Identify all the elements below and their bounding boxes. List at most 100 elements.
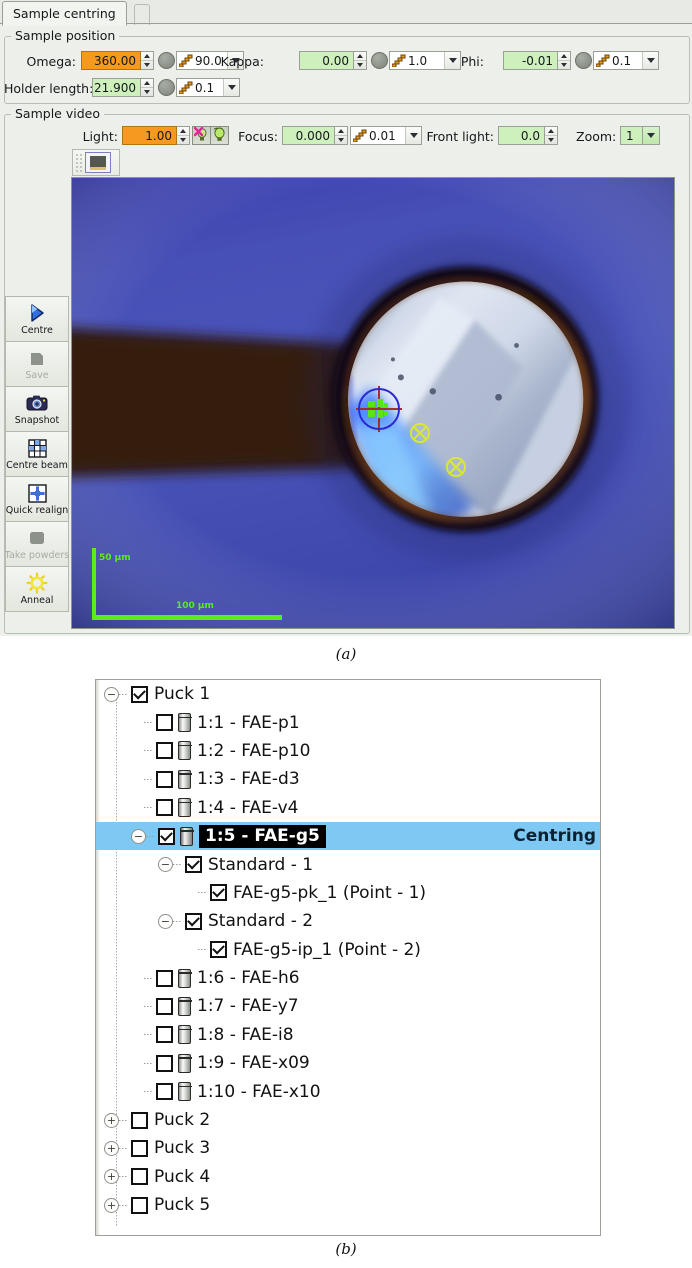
kappa-spinbox[interactable]: 0.00 bbox=[299, 51, 367, 70]
tree-checkbox-unchecked[interactable] bbox=[156, 1083, 173, 1101]
anneal-button[interactable]: Anneal bbox=[5, 566, 69, 612]
omega-step-up-icon[interactable] bbox=[141, 52, 153, 61]
tree-row[interactable]: + Puck 4 bbox=[96, 1163, 600, 1191]
tree-row[interactable]: − Standard - 2 bbox=[96, 907, 600, 935]
tree-expand-icon[interactable]: + bbox=[104, 1169, 119, 1185]
light-spinbox[interactable]: 1.00 bbox=[122, 126, 190, 145]
holder-length-step-dropdown-icon[interactable] bbox=[223, 79, 239, 96]
front-light-spinbox[interactable]: 0.0 bbox=[498, 126, 558, 145]
focus-step-up-icon[interactable] bbox=[335, 127, 347, 136]
kappa-step-up-icon[interactable] bbox=[354, 52, 366, 61]
tree-checkbox-unchecked[interactable] bbox=[131, 1139, 148, 1157]
tree-checkbox-unchecked[interactable] bbox=[156, 969, 173, 987]
omega-spinbox[interactable]: 360.00 bbox=[81, 51, 154, 70]
tree-row[interactable]: + Puck 5 bbox=[96, 1191, 600, 1219]
focus-step-down-icon[interactable] bbox=[335, 136, 347, 144]
monitor-icon-button[interactable] bbox=[85, 152, 111, 173]
tree-checkbox-checked[interactable] bbox=[158, 827, 175, 845]
sample-video-view[interactable]: 50 µm 100 µm bbox=[71, 177, 675, 629]
tree-checkbox-unchecked[interactable] bbox=[156, 799, 173, 817]
tree-checkbox-unchecked[interactable] bbox=[156, 770, 173, 788]
omega-stepper[interactable] bbox=[141, 51, 154, 70]
light-step-down-icon[interactable] bbox=[177, 136, 189, 144]
front-light-step-up-icon[interactable] bbox=[545, 127, 557, 136]
tree-checkbox-unchecked[interactable] bbox=[131, 1168, 148, 1186]
tree-row[interactable]: − Puck 1 bbox=[96, 680, 600, 708]
front-light-stepper[interactable] bbox=[545, 126, 558, 145]
quick-realign-button[interactable]: Quick realign bbox=[5, 476, 69, 522]
holder-length-value[interactable]: 21.900 bbox=[92, 78, 141, 97]
phi-spinbox[interactable]: -0.01 bbox=[503, 51, 571, 70]
centred-point-1-marker[interactable] bbox=[410, 423, 430, 443]
holder-length-step-up-icon[interactable] bbox=[141, 79, 153, 88]
centre-beam-button[interactable]: Centre beam bbox=[5, 431, 69, 477]
tree-row[interactable]: 1:4 - FAE-v4 bbox=[96, 794, 600, 822]
tree-row[interactable]: FAE-g5-ip_1 (Point - 2) bbox=[96, 936, 600, 964]
snapshot-button[interactable]: Snapshot bbox=[5, 386, 69, 432]
holder-length-spinbox[interactable]: 21.900 bbox=[92, 78, 154, 97]
tree-checkbox-checked[interactable] bbox=[185, 912, 202, 930]
light-off-button[interactable] bbox=[192, 126, 211, 145]
tab-sample-centring[interactable]: Sample centring bbox=[2, 1, 127, 26]
holder-length-step-down-icon[interactable] bbox=[141, 88, 153, 96]
tree-checkbox-checked[interactable] bbox=[185, 856, 202, 874]
tree-row[interactable]: 1:10 - FAE-x10 bbox=[96, 1077, 600, 1105]
tree-checkbox-checked[interactable] bbox=[210, 941, 227, 959]
tree-collapse-icon[interactable]: − bbox=[131, 828, 146, 844]
focus-spinbox[interactable]: 0.000 bbox=[282, 126, 348, 145]
toolbar-drag-handle[interactable] bbox=[75, 153, 84, 172]
holder-length-step-combo[interactable]: 0.1 bbox=[176, 78, 240, 97]
kappa-step-down-icon[interactable] bbox=[354, 61, 366, 69]
take-powders-button[interactable]: Take powders bbox=[5, 521, 69, 567]
zoom-combo[interactable]: 1 bbox=[620, 126, 660, 145]
tree-expand-icon[interactable]: + bbox=[104, 1197, 119, 1213]
tree-expand-icon[interactable]: + bbox=[104, 1112, 119, 1128]
tree-row[interactable]: 1:6 - FAE-h6 bbox=[96, 964, 600, 992]
phi-step-up-icon[interactable] bbox=[558, 52, 570, 61]
phi-value[interactable]: -0.01 bbox=[503, 51, 558, 70]
light-value[interactable]: 1.00 bbox=[122, 126, 177, 145]
tree-row[interactable]: 1:7 - FAE-y7 bbox=[96, 992, 600, 1020]
omega-value[interactable]: 360.00 bbox=[81, 51, 141, 70]
tree-collapse-icon[interactable]: − bbox=[158, 913, 173, 929]
tree-row[interactable]: 1:8 - FAE-i8 bbox=[96, 1021, 600, 1049]
focus-value[interactable]: 0.000 bbox=[282, 126, 335, 145]
tree-collapse-icon[interactable]: − bbox=[104, 686, 119, 702]
tree-checkbox-unchecked[interactable] bbox=[131, 1196, 148, 1214]
tree-row[interactable]: 1:9 - FAE-x09 bbox=[96, 1049, 600, 1077]
phi-stepper[interactable] bbox=[558, 51, 571, 70]
tree-row[interactable]: + Puck 2 bbox=[96, 1106, 600, 1134]
sample-tree-panel[interactable]: − Puck 1 1:1 - FAE-p1 1:2 - FAE-p10 1:3 - FA… bbox=[95, 679, 601, 1236]
kappa-value[interactable]: 0.00 bbox=[299, 51, 354, 70]
tree-collapse-icon[interactable]: − bbox=[158, 857, 173, 873]
tree-checkbox-checked[interactable] bbox=[210, 884, 227, 902]
focus-step-combo[interactable]: 0.01 bbox=[350, 126, 422, 145]
front-light-value[interactable]: 0.0 bbox=[498, 126, 545, 145]
tree-checkbox-unchecked[interactable] bbox=[156, 997, 173, 1015]
phi-step-down-icon[interactable] bbox=[558, 61, 570, 69]
light-step-up-icon[interactable] bbox=[177, 127, 189, 136]
tree-checkbox-unchecked[interactable] bbox=[156, 742, 173, 760]
light-on-button[interactable] bbox=[210, 126, 229, 145]
light-stepper[interactable] bbox=[177, 126, 190, 145]
phi-step-dropdown-icon[interactable] bbox=[642, 52, 658, 69]
tree-checkbox-checked[interactable] bbox=[131, 685, 148, 703]
tree-expand-icon[interactable]: + bbox=[104, 1140, 119, 1156]
holder-length-stepper[interactable] bbox=[141, 78, 154, 97]
kappa-stepper[interactable] bbox=[354, 51, 367, 70]
centred-point-2-marker[interactable] bbox=[446, 457, 466, 477]
centre-button[interactable]: Centre bbox=[5, 296, 69, 342]
tree-row[interactable]: 1:1 - FAE-p1 bbox=[96, 708, 600, 736]
tree-row-selected[interactable]: − 1:5 - FAE-g5 Centring bbox=[96, 821, 600, 851]
tree-row[interactable]: FAE-g5-pk_1 (Point - 1) bbox=[96, 879, 600, 907]
zoom-dropdown-icon[interactable] bbox=[642, 127, 659, 144]
tree-row[interactable]: − Standard - 1 bbox=[96, 850, 600, 878]
tree-row[interactable]: 1:2 - FAE-p10 bbox=[96, 737, 600, 765]
tree-checkbox-unchecked[interactable] bbox=[156, 714, 173, 732]
tree-checkbox-unchecked[interactable] bbox=[131, 1111, 148, 1129]
front-light-step-down-icon[interactable] bbox=[545, 136, 557, 144]
tree-checkbox-unchecked[interactable] bbox=[156, 1054, 173, 1072]
tree-checkbox-unchecked[interactable] bbox=[156, 1026, 173, 1044]
save-button[interactable]: Save bbox=[5, 341, 69, 387]
tree-row[interactable]: + Puck 3 bbox=[96, 1134, 600, 1162]
